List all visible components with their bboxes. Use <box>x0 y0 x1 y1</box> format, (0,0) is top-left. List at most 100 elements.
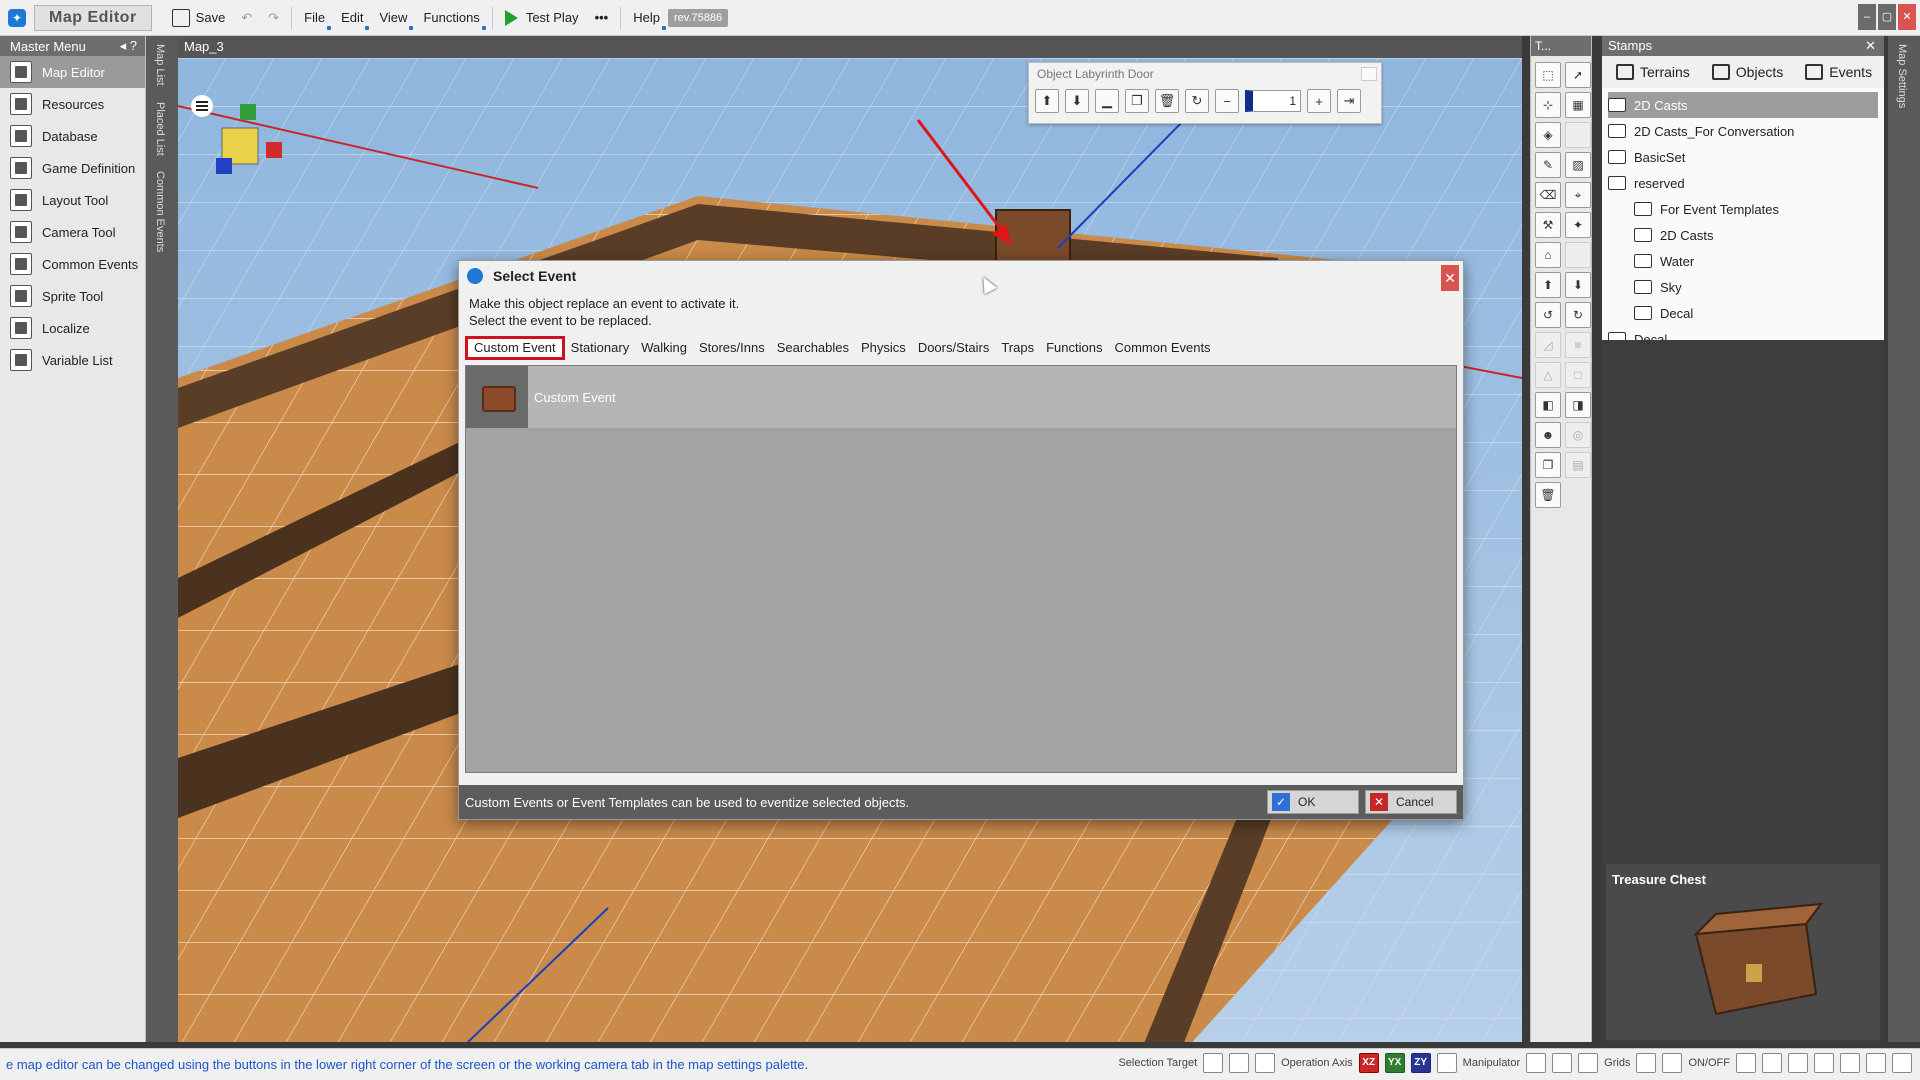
rotate-right-icon[interactable]: ↻ <box>1565 302 1591 328</box>
tab-events[interactable]: Events <box>1799 60 1878 84</box>
tile-icon[interactable]: ▦ <box>1565 92 1591 118</box>
grid-toggle-icon[interactable] <box>1662 1053 1683 1073</box>
tab-stores-inns[interactable]: Stores/Inns <box>693 336 771 360</box>
plus-icon[interactable]: + <box>1307 89 1331 113</box>
tab-custom-event[interactable]: Custom Event <box>465 336 565 360</box>
save-button[interactable]: Save <box>164 5 234 31</box>
lower-icon[interactable]: ⬇ <box>1565 272 1591 298</box>
menu-toggle-icon[interactable] <box>191 95 213 117</box>
tree-item[interactable]: 2D Casts_For Conversation <box>1608 118 1878 144</box>
lift-up-icon[interactable]: ⬆ <box>1035 89 1059 113</box>
circle-icon[interactable]: ◎ <box>1565 422 1591 448</box>
pencil-icon[interactable]: ✎ <box>1535 152 1561 178</box>
collapse-icon[interactable]: ◂ ? <box>120 38 137 54</box>
tab-stationary[interactable]: Stationary <box>565 336 636 360</box>
tab-doors-stairs[interactable]: Doors/Stairs <box>912 336 996 360</box>
tab-functions[interactable]: Functions <box>1040 336 1108 360</box>
tab-terrains[interactable]: Terrains <box>1610 60 1696 84</box>
hammer-icon[interactable]: ⚒ <box>1535 212 1561 238</box>
tree-item[interactable]: 2D Casts <box>1608 92 1878 118</box>
tree-item[interactable]: For Event Templates <box>1608 196 1878 222</box>
redo-button[interactable]: ↷ <box>260 5 287 31</box>
axis-xz-button[interactable]: XZ <box>1358 1053 1379 1073</box>
cube-icon[interactable]: ◈ <box>1535 122 1561 148</box>
menu-file[interactable]: File <box>296 5 333 31</box>
ground-icon[interactable]: ▁ <box>1095 89 1119 113</box>
duplicate-icon[interactable]: ❐ <box>1535 452 1561 478</box>
lasso-icon[interactable]: ⊹ <box>1535 92 1561 118</box>
grid-display-icon[interactable] <box>1840 1053 1860 1073</box>
export-icon[interactable]: ⇥ <box>1337 89 1361 113</box>
tree-item[interactable]: Decal <box>1608 326 1878 340</box>
tab-traps[interactable]: Traps <box>995 336 1040 360</box>
blank-icon[interactable] <box>1565 122 1591 148</box>
eraser-icon[interactable]: ⌫ <box>1535 182 1561 208</box>
collision-toggle-icon[interactable] <box>1866 1053 1886 1073</box>
axis-yx-button[interactable]: YX <box>1384 1053 1405 1073</box>
tree-item[interactable]: Decal <box>1608 300 1878 326</box>
cancel-button[interactable]: ✕ Cancel <box>1365 790 1457 814</box>
master-item-resources[interactable]: Resources <box>0 88 145 120</box>
misc-toggle-icon[interactable] <box>1892 1053 1912 1073</box>
master-item-layout-tool[interactable]: Layout Tool <box>0 184 145 216</box>
dropper-icon[interactable]: ⌖ <box>1565 182 1591 208</box>
copy-icon[interactable]: ❐ <box>1125 89 1149 113</box>
raise-icon[interactable]: ⬆ <box>1535 272 1561 298</box>
stairs-icon[interactable]: ≡ <box>1565 332 1591 358</box>
minus-icon[interactable]: − <box>1215 89 1239 113</box>
menu-view[interactable]: View <box>371 5 415 31</box>
scale-gizmo-icon[interactable] <box>1578 1053 1599 1073</box>
more-button[interactable]: ••• <box>587 5 617 31</box>
master-item-common-events[interactable]: Common Events <box>0 248 145 280</box>
event-toggle-icon[interactable] <box>1788 1053 1808 1073</box>
pin-icon[interactable]: ✦ <box>1565 212 1591 238</box>
master-item-sprite-tool[interactable]: Sprite Tool <box>0 280 145 312</box>
tree-item[interactable]: reserved <box>1608 170 1878 196</box>
tab-physics[interactable]: Physics <box>855 336 912 360</box>
tree-item[interactable]: BasicSet <box>1608 144 1878 170</box>
layer-icon[interactable]: ◧ <box>1535 392 1561 418</box>
rotate-icon[interactable]: ↻ <box>1185 89 1209 113</box>
tab-common-events[interactable]: Common Events <box>154 163 166 260</box>
menu-edit[interactable]: Edit <box>333 5 371 31</box>
ok-button[interactable]: ✓ OK <box>1267 790 1359 814</box>
blank-icon[interactable] <box>1565 242 1591 268</box>
test-play-button[interactable]: Test Play <box>497 5 587 31</box>
triangle-icon[interactable]: △ <box>1535 362 1561 388</box>
menu-help[interactable]: Help <box>625 5 668 31</box>
light-toggle-icon[interactable] <box>1762 1053 1782 1073</box>
master-item-variable-list[interactable]: Variable List <box>0 344 145 376</box>
delete-icon[interactable]: 🗑 <box>1155 89 1179 113</box>
move-gizmo-icon[interactable] <box>1526 1053 1547 1073</box>
manipulator-icon[interactable] <box>1436 1053 1457 1073</box>
selection-target-terrain-icon[interactable] <box>1203 1053 1224 1073</box>
slope-icon[interactable]: ◿ <box>1535 332 1561 358</box>
object-toolbar-close-button[interactable] <box>1361 67 1377 81</box>
paste-icon[interactable]: ▤ <box>1565 452 1591 478</box>
tab-walking[interactable]: Walking <box>635 336 693 360</box>
master-item-localize[interactable]: Localize <box>0 312 145 344</box>
tab-common-events[interactable]: Common Events <box>1108 336 1216 360</box>
trash-icon[interactable]: 🗑 <box>1535 482 1561 508</box>
selection-target-object-icon[interactable] <box>1229 1053 1250 1073</box>
dialog-close-button[interactable]: ✕ <box>1441 265 1459 291</box>
select-rect-icon[interactable]: ⬚ <box>1535 62 1561 88</box>
tab-searchables[interactable]: Searchables <box>771 336 855 360</box>
master-item-map-editor[interactable]: Map Editor <box>0 56 145 88</box>
character-icon[interactable]: ☻ <box>1535 422 1561 448</box>
count-field[interactable]: 1 <box>1245 90 1301 112</box>
rotate-left-icon[interactable]: ↺ <box>1535 302 1561 328</box>
grid-snap-icon[interactable] <box>1636 1053 1657 1073</box>
undo-button[interactable]: ↶ <box>233 5 260 31</box>
selection-target-event-icon[interactable] <box>1255 1053 1276 1073</box>
layer-toggle-icon[interactable] <box>1736 1053 1756 1073</box>
master-item-camera-tool[interactable]: Camera Tool <box>0 216 145 248</box>
tab-objects[interactable]: Objects <box>1706 60 1789 84</box>
camera-toggle-icon[interactable] <box>1814 1053 1834 1073</box>
tab-placed-list[interactable]: Placed List <box>154 94 166 164</box>
list-item[interactable]: Custom Event <box>466 366 1456 428</box>
menu-functions[interactable]: Functions <box>415 5 487 31</box>
panel-close-icon[interactable]: ✕ <box>1865 36 1876 56</box>
group-icon[interactable]: ◨ <box>1565 392 1591 418</box>
square-icon[interactable]: □ <box>1565 362 1591 388</box>
